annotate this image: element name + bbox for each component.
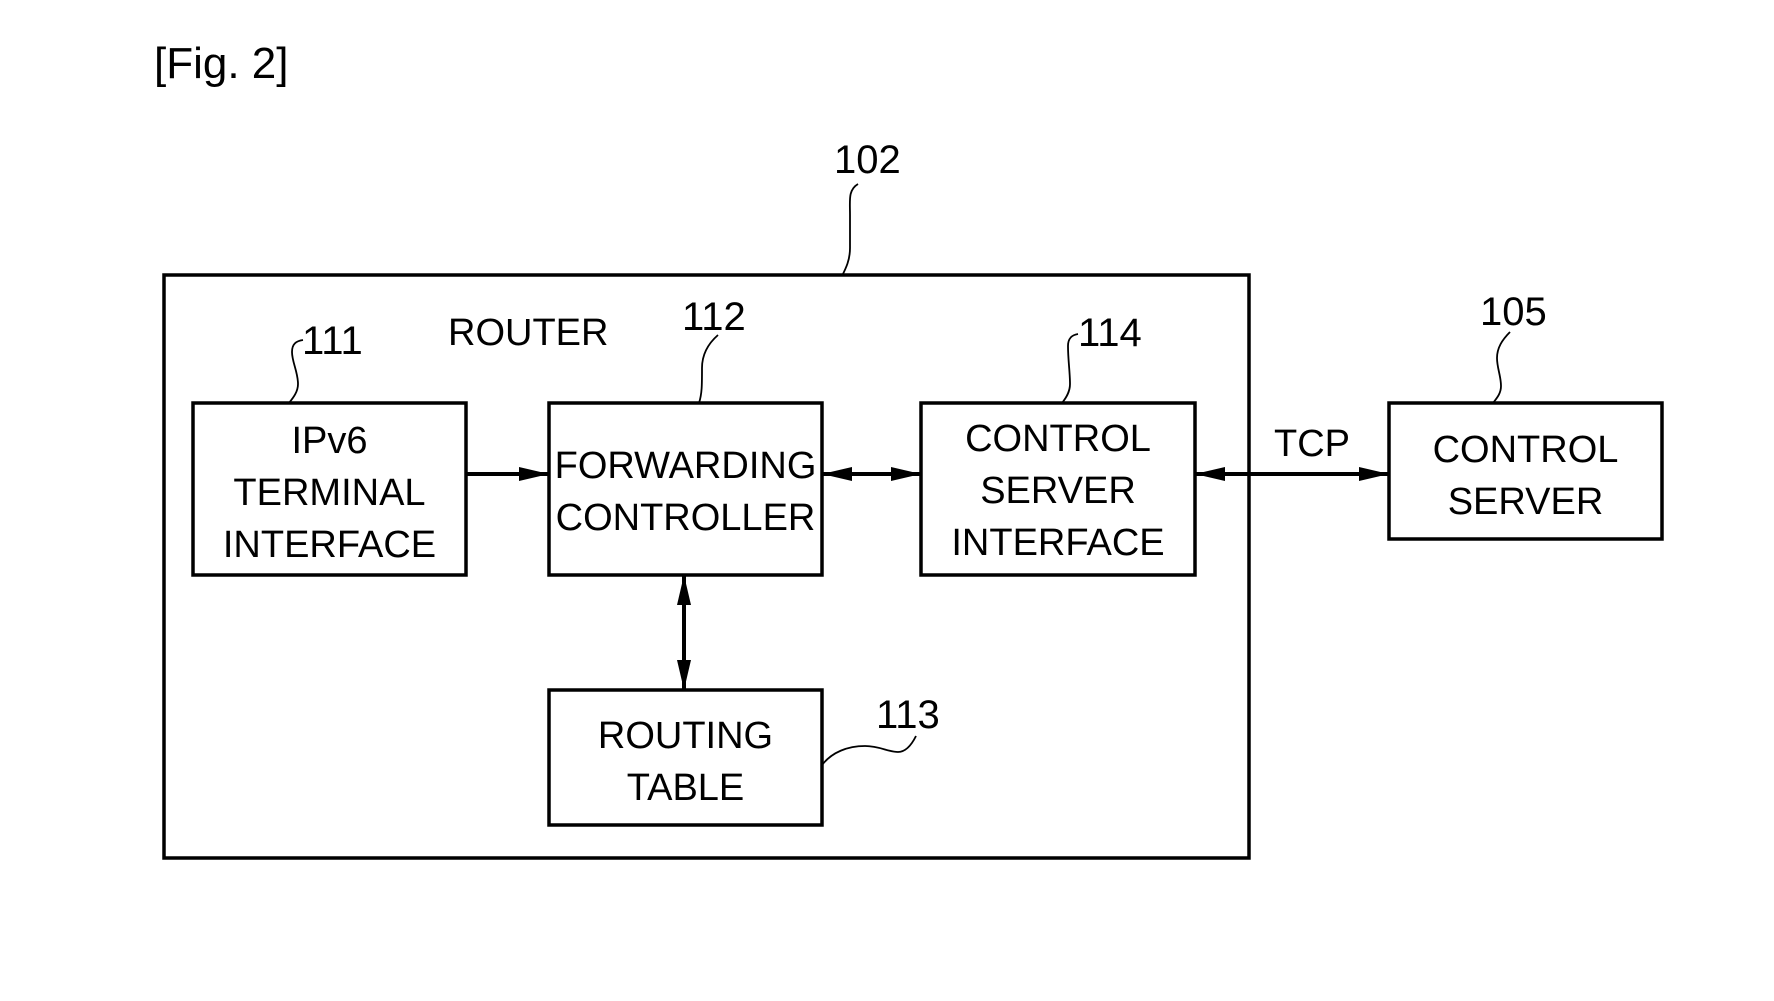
control-server-interface-block: CONTROL SERVER INTERFACE [919, 401, 1197, 577]
forwarding-controller-block: FORWARDING CONTROLLER [547, 401, 824, 577]
routing-table-block: ROUTING TABLE [547, 688, 824, 827]
routing-table-line-2: TABLE [627, 767, 745, 809]
forwarding-controller-box [547, 401, 824, 577]
router-leader-line [841, 183, 859, 277]
control-server-ref-number: 105 [1480, 290, 1547, 334]
forwarding-controller-line-1: FORWARDING [555, 445, 817, 487]
routing-table-line-1: ROUTING [598, 715, 773, 757]
router-title: ROUTER [448, 312, 608, 354]
ipv6-terminal-interface-block: IPv6 TERMINAL INTERFACE [191, 401, 468, 577]
routing-table-ref-number: 113 [876, 693, 940, 737]
forwarding-controller-ref-number: 112 [682, 295, 746, 339]
control-server-leader-line [1492, 331, 1511, 404]
control-server-line-2: SERVER [1448, 481, 1604, 523]
router-ref-number: 102 [834, 138, 901, 182]
ipv6-terminal-interface-ref-number: 111 [302, 319, 363, 363]
forwarding-controller-line-2: CONTROLLER [556, 497, 816, 539]
control-server-interface-line-3: INTERFACE [951, 522, 1164, 564]
control-server-interface-ref-number: 114 [1078, 311, 1142, 355]
router-block-diagram: [Fig. 2] 102 ROUTER IPv6 TERMINAL INTERF… [154, 39, 1664, 860]
ipv6-terminal-interface-line-2: TERMINAL [233, 472, 425, 514]
control-server-block: CONTROL SERVER [1387, 401, 1664, 541]
control-server-line-1: CONTROL [1433, 429, 1619, 471]
ipv6-terminal-interface-line-3: INTERFACE [223, 524, 436, 566]
control-server-interface-line-2: SERVER [980, 470, 1136, 512]
figure-label: [Fig. 2] [154, 39, 289, 88]
ipv6-terminal-interface-line-1: IPv6 [291, 420, 367, 462]
tcp-label: TCP [1274, 423, 1350, 465]
control-server-interface-line-1: CONTROL [965, 418, 1151, 460]
